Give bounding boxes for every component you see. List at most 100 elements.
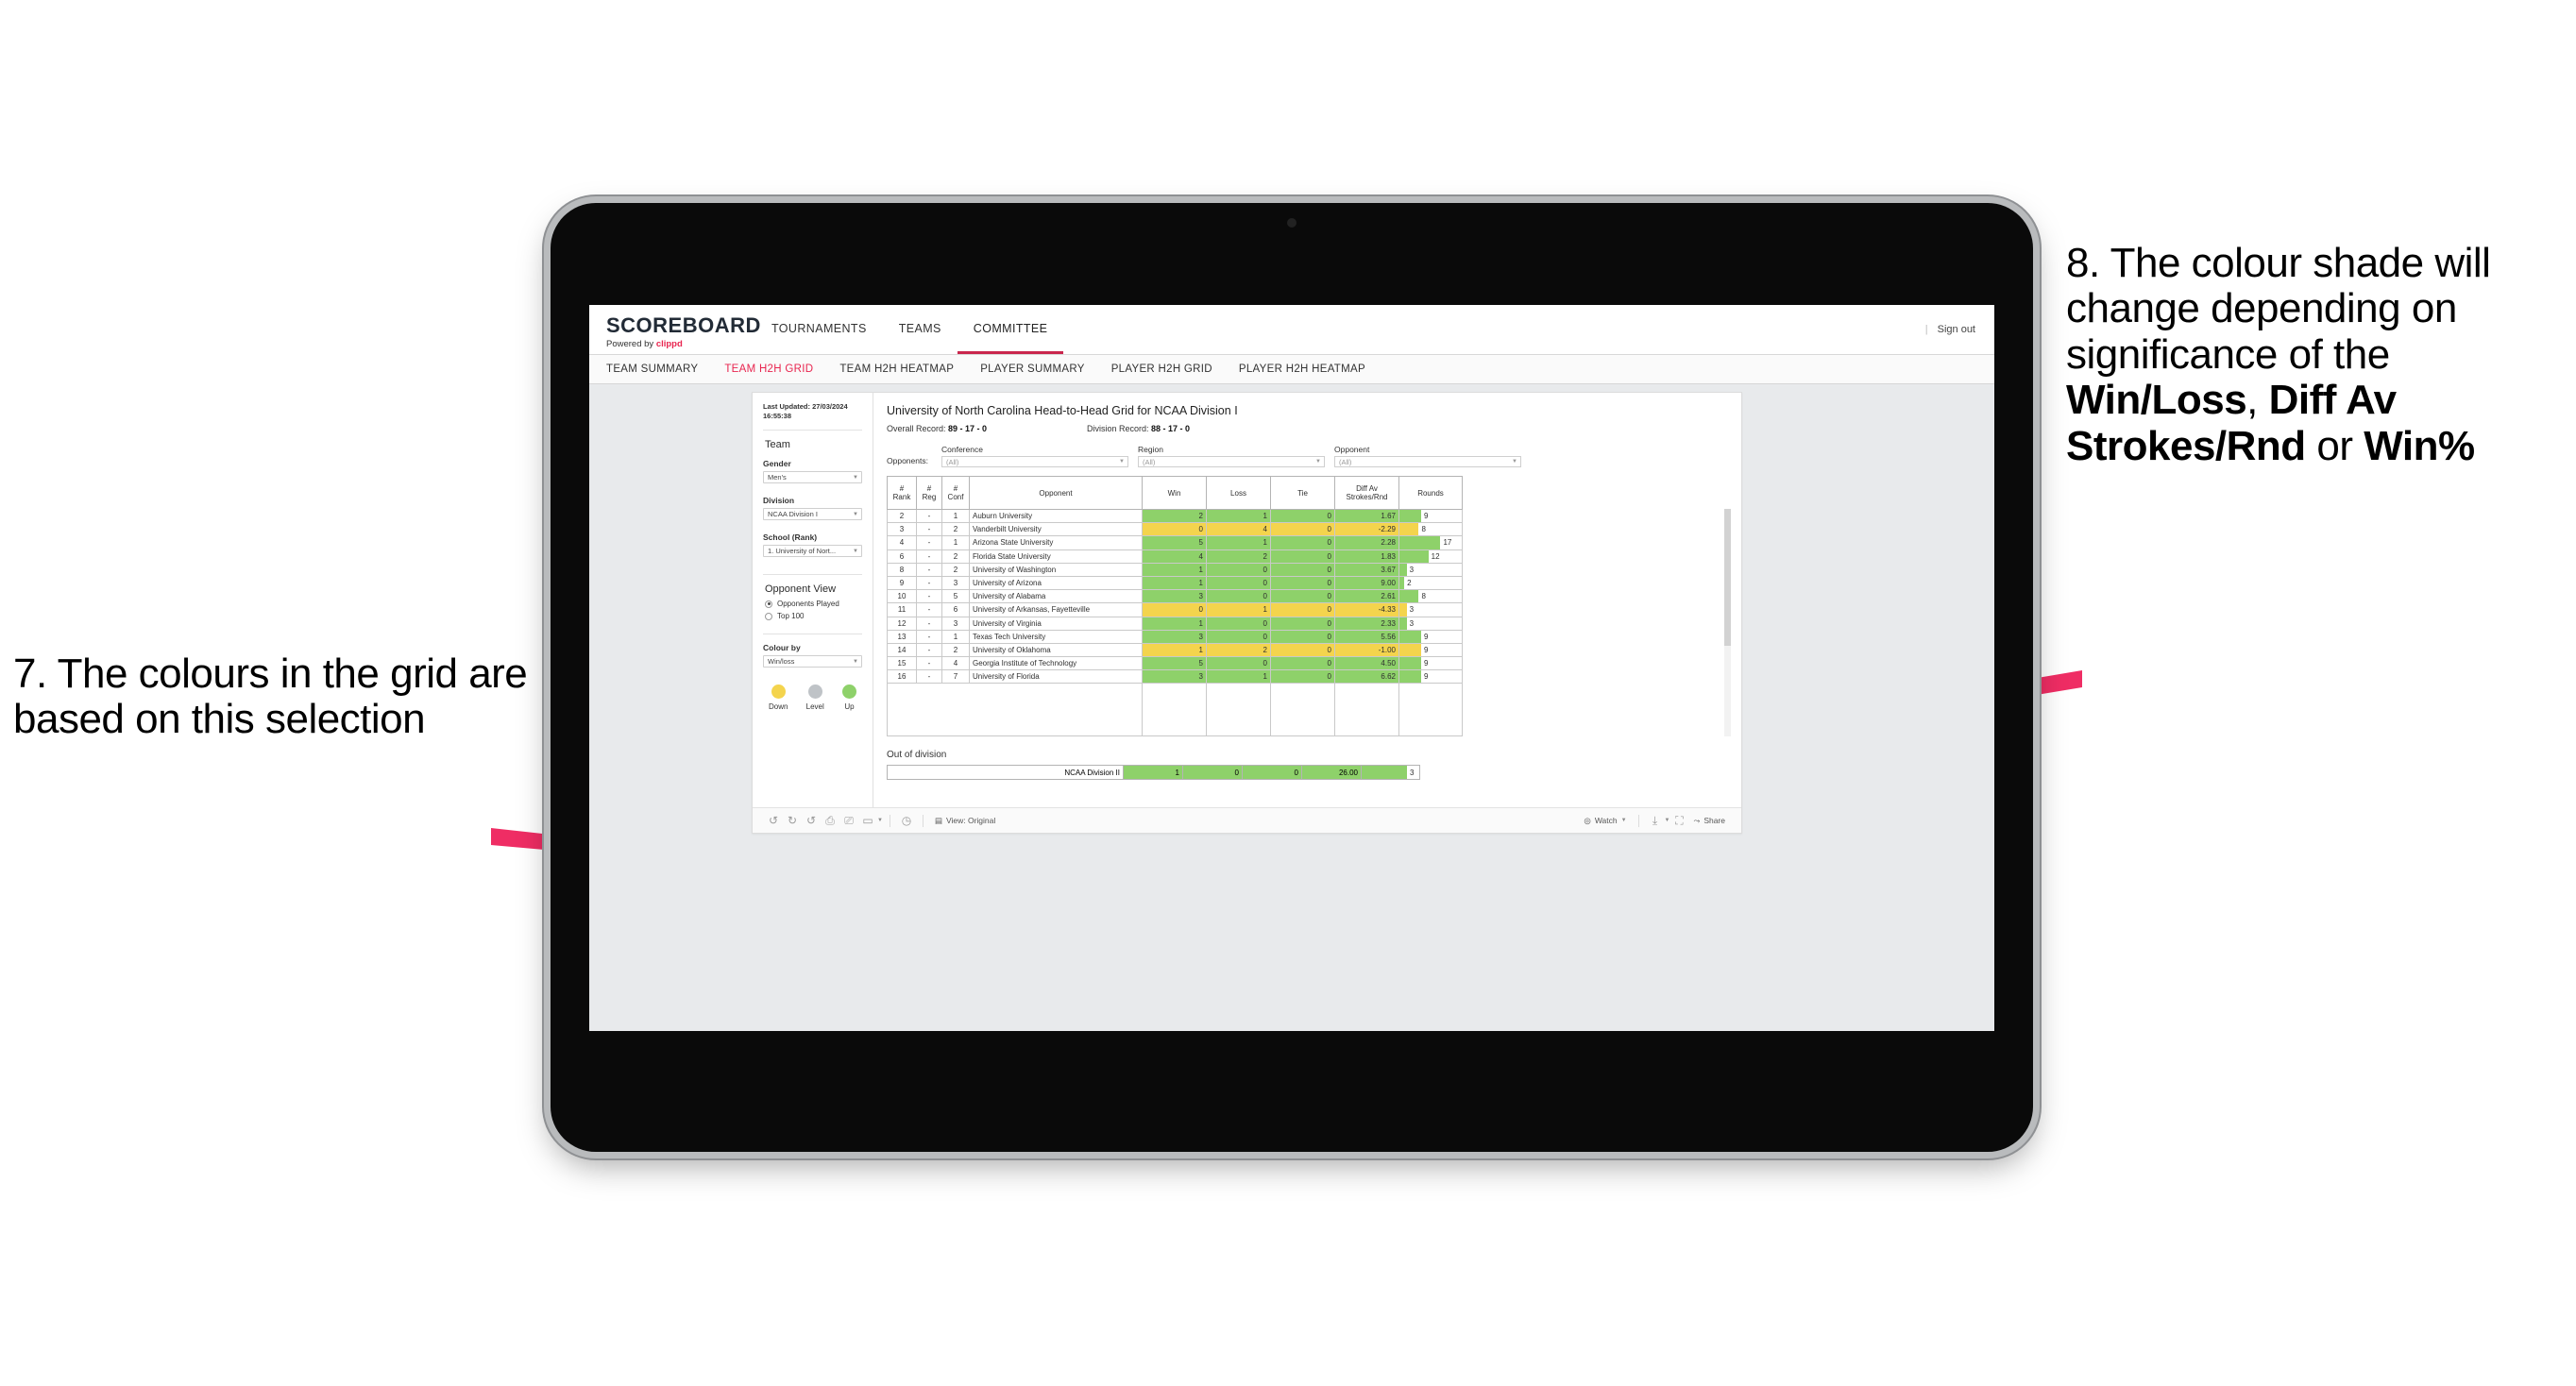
table-row[interactable]: 11-6 University of Arkansas, Fayetteville… [887,602,1463,617]
out-of-division-row[interactable]: NCAA Division II 1 0 0 26.00 3 [887,765,1420,781]
school-select[interactable]: 1. University of Nort... ▼ [763,545,862,558]
cell-tie: 0 [1270,616,1335,631]
conference-filter-select[interactable]: (All) ▼ [941,456,1128,467]
rounds-value: 3 [1409,605,1415,615]
cell-loss: 2 [1206,549,1271,564]
conference-filter: Conference (All) ▼ [941,445,1128,467]
col-header-rounds[interactable]: Rounds [1398,476,1463,510]
chevron-down-icon: ▼ [1512,459,1517,465]
redo-icon[interactable]: ↻ [783,814,802,827]
cell-conf: 3 [941,575,970,591]
col-header-loss[interactable]: Loss [1206,476,1271,510]
chevron-down-icon: ▼ [853,474,858,481]
cell-opponent: Georgia Institute of Technology [969,656,1143,671]
cell-diff: -4.33 [1334,602,1399,617]
cell-opponent: University of Virginia [969,616,1143,631]
cell-win: 1 [1142,616,1207,631]
share-button[interactable]: ⤳ Share [1689,816,1731,826]
table-row[interactable]: 10-5 University of Alabama 3 0 0 2.61 8 [887,589,1463,604]
table-row[interactable]: 4-1 Arizona State University 5 1 0 2.28 17 [887,535,1463,550]
table-row[interactable]: 3-2 Vanderbilt University 0 4 0 -2.29 8 [887,522,1463,537]
topnav-item-teams[interactable]: TEAMS [883,305,958,354]
watch-label: Watch [1594,816,1618,825]
last-updated-label: Last Updated: [763,402,811,411]
opponent-filter-select[interactable]: (All) ▼ [1334,456,1521,467]
radio-off-icon [765,612,772,620]
region-filter-select[interactable]: (All) ▼ [1138,456,1325,467]
cell-out-opponent: NCAA Division II [887,765,1124,781]
table-row[interactable]: 16-7 University of Florida 3 1 0 6.62 9 [887,669,1463,685]
cell-loss: 0 [1206,589,1271,604]
col-header-opponent[interactable]: Opponent [969,476,1143,510]
cell-diff: 2.28 [1334,535,1399,550]
pause-updates-icon[interactable]: ⎚ [839,814,858,828]
cell-diff: 4.50 [1334,656,1399,671]
vertical-scrollbar[interactable] [1724,509,1731,737]
page-title: University of North Carolina Head-to-Hea… [887,404,1238,417]
scrollbar-thumb[interactable] [1724,509,1731,646]
legend-dot-down [771,685,786,700]
brand-tagline-prefix: Powered by [606,339,656,349]
cell-rounds: 8 [1398,522,1463,537]
topnav-item-tournaments[interactable]: TOURNAMENTS [755,305,883,354]
revert-icon[interactable]: ↺ [802,814,821,827]
fullscreen-icon[interactable]: ⛶ [1670,814,1689,828]
table-row[interactable]: 14-2 University of Oklahoma 1 2 0 -1.00 9 [887,642,1463,658]
tablet-device-frame: SCOREBOARD Powered by clippd TOURNAMENTS… [551,203,2033,1152]
table-row[interactable]: 8-2 University of Washington 1 0 0 3.67 3 [887,562,1463,577]
subnav-item-player-h2h-heatmap[interactable]: PLAYER H2H HEATMAP [1226,363,1379,375]
subnav-item-team-summary[interactable]: TEAM SUMMARY [606,363,711,375]
table-row[interactable]: 9-3 University of Arizona 1 0 0 9.00 2 [887,575,1463,591]
cell-win: 2 [1142,508,1207,524]
topnav-item-committee[interactable]: COMMITTEE [957,305,1064,354]
table-row[interactable]: 2-1 Auburn University 2 1 0 1.67 9 [887,508,1463,524]
cell-opponent: University of Arizona [969,575,1143,591]
app-header: SCOREBOARD Powered by clippd TOURNAMENTS… [589,305,1994,355]
alerts-icon[interactable]: ◷ [897,814,916,827]
legend-item-up: Up [841,685,856,711]
col-header-reg[interactable]: # Reg [916,476,942,510]
table-row[interactable]: 13-1 Texas Tech University 3 0 0 5.56 9 [887,629,1463,644]
radio-top-100[interactable]: Top 100 [765,612,862,620]
region-filter-value: (All) [1143,457,1156,466]
cell-empty [887,683,917,737]
cell-rounds: 9 [1398,629,1463,644]
subnav-item-player-h2h-grid[interactable]: PLAYER H2H GRID [1098,363,1226,375]
rounds-bar [1399,549,1429,563]
top-navigation: TOURNAMENTS TEAMS COMMITTEE [755,305,1064,354]
school-value: 1. University of Nort... [768,547,837,556]
download-icon[interactable]: ⤓ [1646,814,1665,828]
table-row[interactable]: 15-4 Georgia Institute of Technology 5 0 0 4.… [887,656,1463,671]
undo-icon[interactable]: ↺ [764,814,783,827]
col-header-tie[interactable]: Tie [1270,476,1335,510]
annotation-right-bold1: Win/Loss [2066,377,2247,424]
col-header-rank[interactable]: # Rank [887,476,917,510]
signout-link[interactable]: Sign out [1938,324,1975,335]
annotation-left-text: 7. The colours in the grid are based on … [13,651,528,743]
col-header-win[interactable]: Win [1142,476,1207,510]
gender-select[interactable]: Men's ▼ [763,471,862,484]
subnav-item-team-h2h-grid[interactable]: TEAM H2H GRID [711,363,826,375]
col-header-conf[interactable]: # Conf [941,476,970,510]
cell-out-diff: 26.00 [1301,765,1362,781]
cell-rounds: 12 [1398,549,1463,564]
col-header-diff[interactable]: Diff Av Strokes/Rnd [1334,476,1399,510]
table-row[interactable]: 6-2 Florida State University 4 2 0 1.83 12 [887,549,1463,564]
subnav-item-player-summary[interactable]: PLAYER SUMMARY [967,363,1098,375]
radio-opponents-played[interactable]: Opponents Played [765,600,862,608]
view-original-button[interactable]: ▤ View: Original [930,816,1000,826]
custom-view-icon[interactable]: ▭ [858,814,877,827]
region-filter: Region (All) ▼ [1138,445,1325,467]
cell-tie: 0 [1270,508,1335,524]
rounds-bar [1399,670,1421,684]
control-panel: Last Updated: 27/03/2024 16:55:38 Team G… [753,393,873,807]
subnav-item-team-h2h-heatmap[interactable]: TEAM H2H HEATMAP [826,363,967,375]
brand-logo[interactable]: SCOREBOARD Powered by clippd [589,305,760,354]
colour-by-select[interactable]: Win/loss ▼ [763,655,862,668]
table-row[interactable]: 12-3 University of Virginia 1 0 0 2.33 3 [887,616,1463,631]
watch-button[interactable]: ◎ Watch ▼ [1579,816,1631,826]
division-select[interactable]: NCAA Division I ▼ [763,508,862,521]
refresh-icon[interactable]: ⎙ [821,814,839,828]
chevron-down-icon[interactable]: ▼ [877,818,883,823]
opponent-filter-label: Opponent [1334,445,1370,454]
